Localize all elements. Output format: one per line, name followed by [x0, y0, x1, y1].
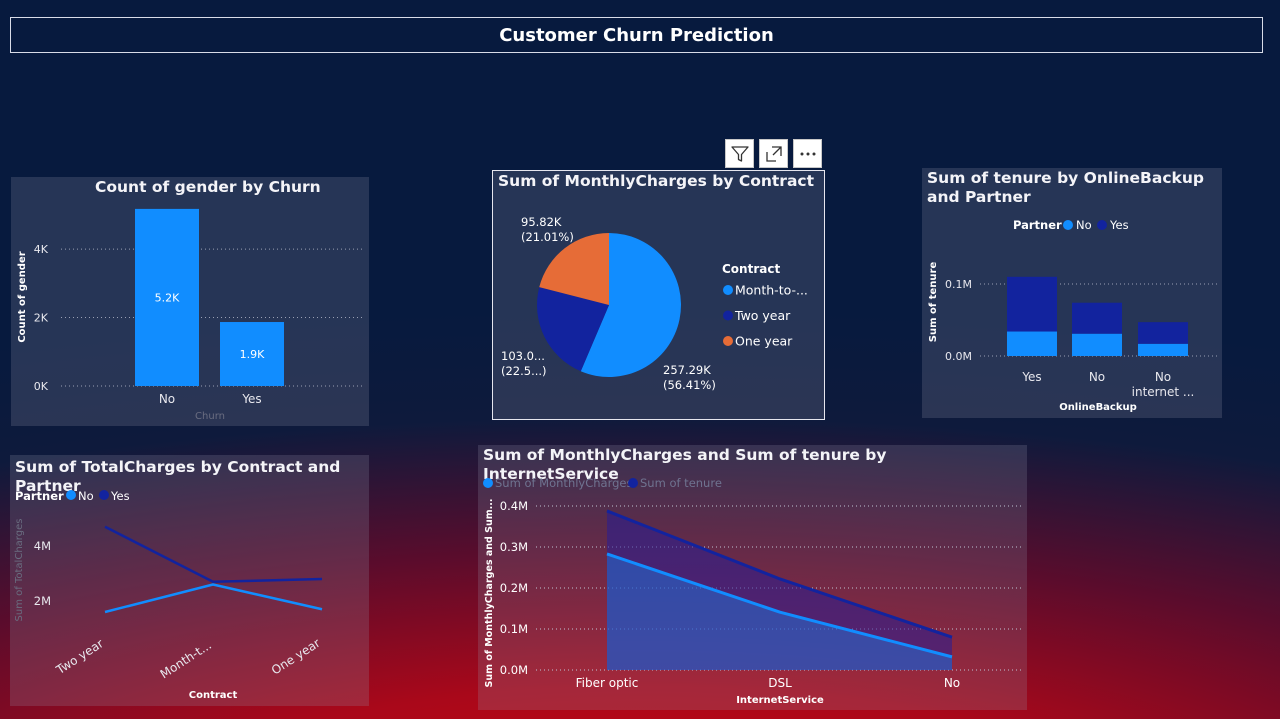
stacked-bar-segment [1007, 276, 1057, 332]
legend-marker [1097, 220, 1107, 230]
legend-title: Partner [1013, 218, 1062, 232]
x-tick-label: No [159, 392, 175, 406]
legend-label: One year [735, 334, 793, 349]
legend-title: Partner [15, 489, 64, 503]
legend-marker [723, 336, 733, 346]
more-options-icon [800, 152, 815, 155]
legend-label: No [78, 489, 94, 503]
data-label: 5.2K [155, 291, 180, 304]
y-tick-label: 4M [34, 539, 51, 553]
legend-label: Yes [1109, 218, 1129, 232]
report-title-box: Customer Churn Prediction [10, 17, 1263, 53]
gender-churn-chart: 0K 2K 4K 5.2K No 1.9K Yes Churn Count of gender [17, 208, 363, 422]
x-axis-title: Contract [189, 690, 238, 701]
legend-marker [628, 478, 638, 488]
y-axis-title: Sum of TotalCharges [14, 519, 25, 622]
slice-value-label: 103.0... [501, 349, 545, 363]
stacked-bar-segment [1007, 331, 1057, 356]
monthly-contract-visual[interactable]: Sum of MonthlyCharges by Contract 257.29… [492, 170, 825, 420]
y-tick-label: 0.1M [500, 622, 528, 636]
legend-marker [483, 478, 493, 488]
y-tick-label: 4K [34, 243, 49, 256]
stacked-bar-segment [1138, 343, 1188, 356]
x-axis-title: Churn [195, 411, 225, 422]
y-axis-title: Sum of MonthlyCharges and Sum... [484, 499, 495, 688]
x-tick-label: No [1155, 370, 1171, 384]
legend-marker [66, 490, 76, 500]
tenure-backup-visual[interactable]: Sum of tenure by OnlineBackup and Partne… [922, 168, 1222, 418]
legend-label: Two year [734, 308, 791, 323]
y-tick-label: 2K [34, 312, 49, 325]
y-axis-title: Count of gender [17, 251, 28, 342]
filter-icon [730, 145, 749, 162]
focus-mode-icon [765, 145, 782, 162]
focus-mode-button[interactable] [759, 139, 788, 168]
x-tick-label: No [1089, 370, 1105, 384]
legend-label: No [1076, 218, 1092, 232]
legend-label: Sum of tenure [640, 476, 722, 490]
x-tick-label: internet ... [1132, 385, 1195, 399]
filter-button[interactable] [725, 139, 754, 168]
slice-pct-label: (22.5...) [501, 364, 547, 378]
legend-marker [1063, 220, 1073, 230]
y-tick-label: 0.0M [945, 350, 972, 363]
x-axis-title: OnlineBackup [1059, 402, 1137, 413]
report-title: Customer Churn Prediction [499, 24, 774, 46]
y-axis-title: Sum of tenure [928, 262, 939, 343]
slice-pct-label: (21.01%) [521, 230, 574, 244]
stacked-bar-segment [1138, 322, 1188, 344]
y-tick-label: 0.0M [500, 663, 528, 677]
legend-title: Contract [722, 262, 780, 276]
legend-marker [99, 490, 109, 500]
x-tick-label: DSL [768, 676, 792, 690]
x-axis-title: InternetService [736, 695, 824, 706]
monthly-contract-pie: 257.29K(56.41%) 103.0...(22.5...) 95.82K(2… [501, 215, 808, 392]
x-tick-label: One year [269, 636, 323, 678]
internet-service-visual[interactable]: Sum of MonthlyCharges and Sum of tenure … [478, 445, 1027, 710]
x-tick-label: Fiber optic [576, 676, 639, 690]
gender-churn-visual[interactable]: Count of gender by Churn 0K 2K 4K 5.2K No 1.9… [11, 177, 369, 426]
legend-marker [723, 285, 733, 295]
x-tick-label: Two year [53, 636, 106, 677]
tenure-backup-chart: Partner No Yes0.0M0.1MYes No Nointernet ...O… [928, 218, 1218, 413]
y-tick-label: 0.4M [500, 499, 528, 513]
y-tick-label: 0.3M [500, 540, 528, 554]
stacked-bar-segment [1072, 302, 1122, 334]
slice-pct-label: (56.41%) [663, 378, 716, 392]
legend-label: Sum of MonthlyCharges [495, 476, 633, 490]
x-tick-label: Month-t... [158, 638, 214, 681]
y-tick-label: 0.2M [500, 581, 528, 595]
y-tick-label: 0.1M [945, 278, 972, 291]
legend-label: Yes [110, 489, 130, 503]
internet-service-chart: Sum of MonthlyCharges Sum of tenure 0.0M 0.… [483, 476, 1022, 706]
x-tick-label: No [944, 676, 960, 690]
y-tick-label: 0K [34, 380, 49, 393]
x-tick-label: Yes [241, 392, 261, 406]
stacked-bar-segment [1072, 333, 1122, 356]
visual-toolbar [725, 139, 822, 168]
totalcharges-visual[interactable]: Sum of TotalCharges by Contract and Part… [10, 455, 369, 706]
totalcharges-chart: Partner No Yes 2M 4M Two year Month-t... One ye… [14, 489, 323, 701]
legend-marker [723, 310, 733, 321]
slice-value-label: 95.82K [521, 215, 562, 229]
x-tick-label: Yes [1021, 370, 1041, 384]
more-options-button[interactable] [793, 139, 822, 168]
data-label: 1.9K [240, 348, 265, 361]
series-line [104, 583, 323, 614]
legend-label: Month-to-... [735, 283, 808, 298]
series-line [104, 525, 323, 583]
slice-value-label: 257.29K [663, 363, 711, 377]
y-tick-label: 2M [34, 594, 51, 608]
